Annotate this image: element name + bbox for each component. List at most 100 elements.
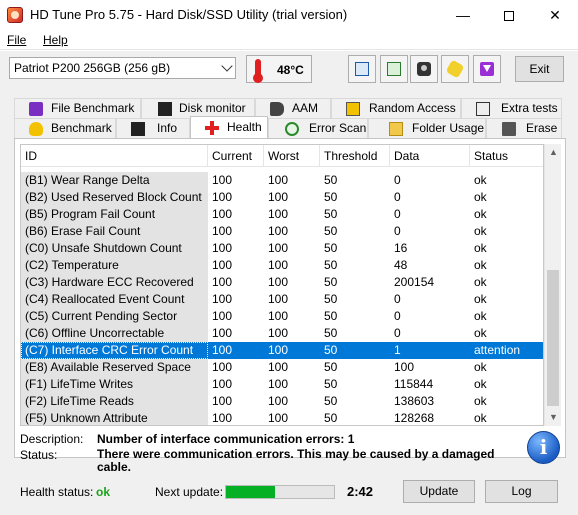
table-row[interactable]: (F2) LifeTime Reads 100 100 50 138603 ok <box>21 393 543 410</box>
cell-worst: 100 <box>264 342 320 359</box>
cell-data: 200154 <box>394 275 435 289</box>
tab-erase[interactable]: Erase <box>486 118 562 138</box>
cell-status: ok <box>474 411 487 425</box>
cell-id: (F2) LifeTime Reads <box>21 393 208 410</box>
random-access-icon <box>346 102 360 116</box>
log-button[interactable]: Log <box>485 480 558 503</box>
table-row[interactable]: (E8) Available Reserved Space 100 100 50 100… <box>21 359 543 376</box>
cell-threshold: 50 <box>324 309 338 323</box>
options-button[interactable] <box>441 55 469 83</box>
close-button[interactable]: ✕ <box>532 0 578 30</box>
tab-folder-usage[interactable]: Folder Usage <box>368 118 486 138</box>
table-scrollbar[interactable]: ▲ ▼ <box>544 144 561 426</box>
table-row[interactable]: (C0) Unsafe Shutdown Count 100 100 50 16 ok <box>21 240 543 257</box>
cell-worst: 100 <box>268 360 289 374</box>
cell-status: ok <box>474 190 487 204</box>
table-row[interactable]: (B6) Erase Fail Count 100 100 50 0 ok <box>21 223 543 240</box>
scrollbar-thumb[interactable] <box>547 270 559 406</box>
drive-select[interactable]: Patriot P200 256GB (256 gB) <box>9 57 236 79</box>
table-row[interactable]: (B2) Used Reserved Block Count 100 100 50 0 o… <box>21 189 543 206</box>
table-row[interactable]: (B5) Program Fail Count 100 100 50 0 ok <box>21 206 543 223</box>
cell-current: 100 <box>212 360 233 374</box>
tab-file-benchmark[interactable]: File Benchmark <box>14 98 141 118</box>
options-icon <box>445 59 465 79</box>
cell-current: 100 <box>212 292 233 306</box>
cell-data: 115844 <box>394 377 434 391</box>
table-row[interactable]: (C5) Current Pending Sector 100 100 50 0 ok <box>21 308 543 325</box>
column-header-current[interactable]: Current <box>208 145 264 167</box>
tab-extra-tests[interactable]: Extra tests <box>461 98 562 118</box>
cell-data: 16 <box>394 241 408 255</box>
tab-health[interactable]: Health <box>190 116 268 138</box>
tab-random-access[interactable]: Random Access <box>331 98 461 118</box>
tab-info[interactable]: Info <box>116 118 190 138</box>
cell-id: (C3) Hardware ECC Recovered <box>21 274 208 291</box>
cell-worst: 100 <box>268 292 289 306</box>
benchmark-icon <box>29 122 43 136</box>
tab-benchmark[interactable]: Benchmark <box>14 118 116 138</box>
cell-threshold: 50 <box>324 411 338 425</box>
column-header-id[interactable]: ID <box>21 145 208 167</box>
cell-worst: 100 <box>268 190 289 204</box>
column-header-worst[interactable]: Worst <box>264 145 320 167</box>
column-header-data[interactable]: Data <box>390 145 470 167</box>
health-status-label: Health status: <box>20 485 94 499</box>
menu-file[interactable]: File <box>7 33 26 47</box>
folder-icon <box>389 122 403 136</box>
tab-aam[interactable]: AAM <box>255 98 331 118</box>
cell-current: 100 <box>208 342 264 359</box>
copy-text-button[interactable] <box>348 55 376 83</box>
cell-threshold: 50 <box>324 173 338 187</box>
scroll-up-icon[interactable]: ▲ <box>545 144 562 161</box>
cell-threshold: 50 <box>324 394 338 408</box>
cell-threshold: 50 <box>324 190 338 204</box>
table-row[interactable]: (C6) Offline Uncorrectable 100 100 50 0 ok <box>21 325 543 342</box>
cell-id: (C6) Offline Uncorrectable <box>21 325 208 342</box>
cell-worst: 100 <box>268 241 289 255</box>
scroll-down-icon[interactable]: ▼ <box>545 409 562 426</box>
tab-disk-monitor[interactable]: Disk monitor <box>141 98 255 118</box>
health-panel: ID Current Worst Threshold Data Status (… <box>14 138 566 474</box>
table-row[interactable]: (F5) Unknown Attribute 100 100 50 128268 ok <box>21 410 543 425</box>
cell-status: ok <box>474 207 487 221</box>
cell-worst: 100 <box>268 207 289 221</box>
table-row[interactable]: (C2) Temperature 100 100 50 48 ok <box>21 257 543 274</box>
cell-threshold: 50 <box>324 360 338 374</box>
column-header-status[interactable]: Status <box>470 145 543 167</box>
cell-data: 0 <box>394 190 401 204</box>
tab-error-scan[interactable]: Error Scan <box>268 118 368 138</box>
title-bar: HD Tune Pro 5.75 - Hard Disk/SSD Utility… <box>0 0 578 30</box>
minimize-icon: — <box>456 7 470 23</box>
table-row[interactable]: (F1) LifeTime Writes 100 100 50 115844 ok <box>21 376 543 393</box>
speaker-icon <box>270 102 284 116</box>
info-icon[interactable]: i <box>527 431 560 464</box>
menu-help[interactable]: Help <box>43 33 68 47</box>
cell-worst: 100 <box>268 309 289 323</box>
table-row[interactable]: (C7) Interface CRC Error Count 100 100 50 1 a… <box>21 342 543 359</box>
cell-data: 0 <box>394 309 401 323</box>
table-row[interactable]: (C3) Hardware ECC Recovered 100 100 50 20015… <box>21 274 543 291</box>
minimize-button[interactable]: — <box>440 0 486 30</box>
extra-tests-icon <box>476 102 490 116</box>
cell-threshold: 50 <box>324 275 338 289</box>
column-header-threshold[interactable]: Threshold <box>320 145 390 167</box>
cell-current: 100 <box>212 394 233 408</box>
exit-button[interactable]: Exit <box>515 56 564 82</box>
save-button[interactable] <box>473 55 501 83</box>
temperature-display: 48°C <box>246 55 312 83</box>
cell-current: 100 <box>212 224 233 238</box>
cell-data: 0 <box>394 207 401 221</box>
cell-worst: 100 <box>268 394 289 408</box>
copy-screenshot-button[interactable] <box>380 55 408 83</box>
update-button[interactable]: Update <box>403 480 475 503</box>
table-row[interactable]: (C4) Reallocated Event Count 100 100 50 0 ok <box>21 291 543 308</box>
maximize-button[interactable] <box>486 0 532 30</box>
cell-threshold: 50 <box>324 241 338 255</box>
table-body: (B1) Wear Range Delta 100 100 50 0 ok (B2) Use… <box>21 172 543 425</box>
cell-data: 0 <box>394 326 401 340</box>
table-row[interactable]: (B1) Wear Range Delta 100 100 50 0 ok <box>21 172 543 189</box>
cell-current: 100 <box>212 411 233 425</box>
cell-id: (C7) Interface CRC Error Count <box>21 342 208 359</box>
screenshot-button[interactable] <box>410 55 438 83</box>
cell-worst: 100 <box>268 224 289 238</box>
